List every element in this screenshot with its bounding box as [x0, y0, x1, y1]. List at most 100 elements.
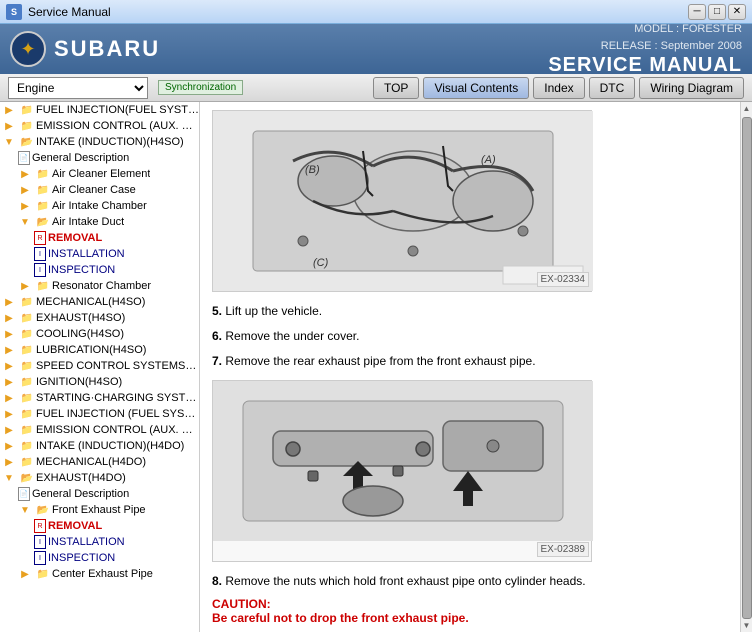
sidebar-label: EMISSION CONTROL (AUX. EMIS [36, 424, 199, 436]
sidebar-item-removal2[interactable]: R REMOVAL [0, 518, 199, 534]
page-icon: I [34, 551, 46, 565]
sidebar-label: SPEED CONTROL SYSTEMS(H4S [36, 360, 199, 372]
step-7-text: Remove the rear exhaust pipe from the fr… [225, 354, 535, 368]
step-7: 7. Remove the rear exhaust pipe from the… [212, 352, 728, 371]
svg-text:(C): (C) [313, 257, 329, 269]
engine-select[interactable]: Engine [8, 77, 148, 99]
nav-index[interactable]: Index [533, 77, 584, 99]
sidebar-item-inspection2[interactable]: I INSPECTION [0, 550, 199, 566]
minimize-button[interactable]: ─ [688, 4, 706, 20]
sidebar-item-installation2[interactable]: I INSTALLATION [0, 534, 199, 550]
sidebar-item-air-intake-duct[interactable]: ▼ 📂 Air Intake Duct [0, 214, 199, 230]
sidebar-item-front-exhaust[interactable]: ▼ 📂 Front Exhaust Pipe [0, 502, 199, 518]
folder-icon: ▶ [2, 407, 16, 421]
sidebar-label: Center Exhaust Pipe [52, 568, 153, 580]
folder-icon: ▶ [2, 391, 16, 405]
sidebar-item-mechanical-h4so[interactable]: ▶ 📁 MECHANICAL(H4SO) [0, 294, 199, 310]
sidebar-item-cooling[interactable]: ▶ 📁 COOLING(H4SO) [0, 326, 199, 342]
folder-img: 📁 [20, 327, 34, 341]
nav-wiring[interactable]: Wiring Diagram [639, 77, 744, 99]
diagram-1: (B) (A) (C) EX-02334 [212, 110, 592, 292]
folder-img: 📁 [20, 407, 34, 421]
folder-icon: ▶ [18, 183, 32, 197]
folder-icon: ▶ [2, 423, 16, 437]
sidebar-label: LUBRICATION(H4SO) [36, 344, 146, 356]
diagram-2-label: EX-02389 [537, 542, 589, 557]
folder-img: 📁 [20, 343, 34, 357]
manual-title: SERVICE MANUAL [548, 54, 742, 77]
folder-img: 📂 [20, 471, 34, 485]
maximize-button[interactable]: □ [708, 4, 726, 20]
page-icon: I [34, 263, 46, 277]
sidebar-item-installation[interactable]: I INSTALLATION [0, 246, 199, 262]
sidebar-item-exhaust-h4do[interactable]: ▼ 📂 EXHAUST(H4DO) [0, 470, 199, 486]
sidebar-label: COOLING(H4SO) [36, 328, 124, 340]
scroll-down-arrow[interactable]: ▼ [743, 621, 751, 630]
sidebar-item-air-cleaner-case[interactable]: ▶ 📁 Air Cleaner Case [0, 182, 199, 198]
svg-text:(A): (A) [481, 154, 496, 166]
sidebar-item-starting[interactable]: ▶ 📁 STARTING·CHARGING SYSTEMS [0, 390, 199, 406]
folder-icon: ▶ [2, 295, 16, 309]
sidebar-label: INSPECTION [48, 552, 115, 564]
scroll-up-arrow[interactable]: ▲ [743, 104, 751, 113]
folder-icon: ▶ [2, 375, 16, 389]
folder-icon: ▶ [18, 167, 32, 181]
folder-img: 📁 [36, 167, 50, 181]
sidebar-label: Front Exhaust Pipe [52, 504, 146, 516]
sidebar-item-center-exhaust[interactable]: ▶ 📁 Center Exhaust Pipe [0, 566, 199, 582]
folder-img: 📁 [36, 279, 50, 293]
sidebar-label: General Description [32, 152, 129, 164]
close-button[interactable]: ✕ [728, 4, 746, 20]
folder-icon: ▶ [2, 439, 16, 453]
sidebar-item-general-desc[interactable]: 📄 General Description [0, 150, 199, 166]
sidebar[interactable]: ▶ 📁 FUEL INJECTION(FUEL SYSTEM ▶ 📁 EMISS… [0, 102, 200, 632]
engine-diagram-1-svg: (B) (A) (C) [213, 111, 593, 291]
nav-bar: Engine Synchronization TOP Visual Conten… [0, 74, 752, 102]
caution-header: CAUTION: [212, 597, 728, 611]
expand-icon: ▼ [2, 471, 16, 485]
sidebar-item-resonator[interactable]: ▶ 📁 Resonator Chamber [0, 278, 199, 294]
sidebar-item-speed-control[interactable]: ▶ 📁 SPEED CONTROL SYSTEMS(H4S [0, 358, 199, 374]
diagram-2: EX-02389 [212, 380, 592, 562]
sidebar-item-intake-h4so[interactable]: ▼ 📂 INTAKE (INDUCTION)(H4SO) [0, 134, 199, 150]
folder-img: 📁 [20, 359, 34, 373]
main-layout: ▶ 📁 FUEL INJECTION(FUEL SYSTEM ▶ 📁 EMISS… [0, 102, 752, 632]
sidebar-label: EMISSION CONTROL (AUX. EMIS [36, 120, 199, 132]
sidebar-item-air-intake-chamber[interactable]: ▶ 📁 Air Intake Chamber [0, 198, 199, 214]
folder-img: 📁 [20, 311, 34, 325]
subaru-emblem: ✦ [10, 31, 46, 67]
step-5-text: Lift up the vehicle. [225, 304, 322, 318]
sidebar-item-intake-h4do[interactable]: ▶ 📁 INTAKE (INDUCTION)(H4DO) [0, 438, 199, 454]
nav-top[interactable]: TOP [373, 77, 419, 99]
folder-icon: ▶ [2, 119, 16, 133]
sidebar-item-exhaust-h4so[interactable]: ▶ 📁 EXHAUST(H4SO) [0, 310, 199, 326]
folder-icon: ▶ [18, 199, 32, 213]
diagram-1-label: EX-02334 [537, 272, 589, 287]
title-bar-buttons: ─ □ ✕ [688, 4, 746, 20]
page-icon: R [34, 519, 46, 533]
folder-icon: ▶ [2, 455, 16, 469]
sidebar-label: REMOVAL [48, 520, 102, 532]
model-label: MODEL : FORESTER [548, 21, 742, 38]
sidebar-item-emission-aux2[interactable]: ▶ 📁 EMISSION CONTROL (AUX. EMIS [0, 422, 199, 438]
content-scrollbar[interactable]: ▲ ▼ [740, 102, 752, 632]
sync-button[interactable]: Synchronization [158, 80, 243, 95]
sidebar-item-emission-aux[interactable]: ▶ 📁 EMISSION CONTROL (AUX. EMIS [0, 118, 199, 134]
sidebar-item-ignition[interactable]: ▶ 📁 IGNITION(H4SO) [0, 374, 199, 390]
title-bar-text: Service Manual [28, 5, 682, 19]
sidebar-item-lubrication[interactable]: ▶ 📁 LUBRICATION(H4SO) [0, 342, 199, 358]
sidebar-item-air-cleaner-el[interactable]: ▶ 📁 Air Cleaner Element [0, 166, 199, 182]
step-5: 5. Lift up the vehicle. [212, 302, 728, 321]
folder-img: 📁 [36, 567, 50, 581]
scroll-thumb[interactable] [742, 117, 752, 619]
nav-visual-contents[interactable]: Visual Contents [423, 77, 529, 99]
nav-dtc[interactable]: DTC [589, 77, 636, 99]
sidebar-item-fuel-injection2[interactable]: ▶ 📁 FUEL INJECTION (FUEL SYSTEM [0, 406, 199, 422]
folder-img: 📁 [20, 423, 34, 437]
sidebar-item-fuel-injection[interactable]: ▶ 📁 FUEL INJECTION(FUEL SYSTEM [0, 102, 199, 118]
folder-icon: ▶ [2, 343, 16, 357]
sidebar-item-general-desc2[interactable]: 📄 General Description [0, 486, 199, 502]
sidebar-item-removal[interactable]: R REMOVAL [0, 230, 199, 246]
sidebar-item-mechanical-h4do[interactable]: ▶ 📁 MECHANICAL(H4DO) [0, 454, 199, 470]
sidebar-item-inspection[interactable]: I INSPECTION [0, 262, 199, 278]
